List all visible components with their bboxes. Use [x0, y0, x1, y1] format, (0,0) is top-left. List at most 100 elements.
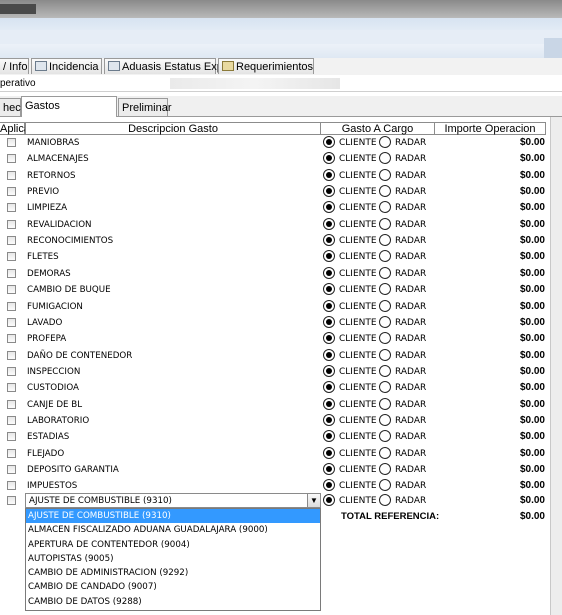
- dropdown-option[interactable]: CAMBIO DE ADMINISTRACION (9292): [26, 566, 320, 580]
- cliente-radio[interactable]: [323, 332, 335, 345]
- importe-value: $0.00: [519, 137, 545, 148]
- cliente-radio[interactable]: [323, 250, 335, 263]
- radar-radio[interactable]: [379, 283, 391, 296]
- cliente-radio[interactable]: [323, 397, 335, 410]
- aplica-checkbox[interactable]: [7, 465, 16, 474]
- radar-radio[interactable]: [379, 479, 391, 492]
- radar-radio[interactable]: [379, 266, 391, 279]
- cliente-radio[interactable]: [323, 446, 335, 459]
- aplica-checkbox[interactable]: [7, 138, 16, 147]
- aplica-checkbox[interactable]: [7, 268, 16, 278]
- header-aplica[interactable]: Aplica: [0, 122, 30, 135]
- aplica-checkbox[interactable]: [7, 366, 16, 376]
- tab-aduasis-estatus[interactable]: Aduasis Estatus Exp: [104, 58, 223, 74]
- radar-radio[interactable]: [379, 413, 391, 426]
- aplica-checkbox[interactable]: [7, 252, 16, 262]
- aplica-checkbox[interactable]: [7, 481, 16, 491]
- radar-radio[interactable]: [379, 463, 391, 475]
- radar-radio[interactable]: [379, 315, 391, 328]
- tab-requerimientos[interactable]: Requerimientos: [218, 58, 314, 74]
- aplica-checkbox[interactable]: [7, 399, 16, 409]
- aplica-checkbox[interactable]: [7, 334, 16, 344]
- dropdown-option[interactable]: ALMACEN FISCALIZADO ADUANA GUADALAJARA (…: [26, 523, 320, 537]
- aplica-checkbox[interactable]: [7, 383, 16, 393]
- dropdown-option[interactable]: AJUSTE DE COMBUSTIBLE (9310): [26, 509, 320, 524]
- dropdown-option[interactable]: AUTOPISTAS (9005): [26, 552, 320, 566]
- cliente-radio[interactable]: [323, 168, 335, 181]
- cliente-radio[interactable]: [323, 217, 335, 230]
- radar-radio[interactable]: [379, 446, 391, 459]
- tab-preliminar[interactable]: Preliminar: [118, 98, 172, 116]
- tab-check[interactable]: heck: [0, 98, 26, 116]
- tab-incidencia[interactable]: Incidencia: [31, 58, 102, 74]
- radar-radio[interactable]: [379, 494, 391, 506]
- aplica-checkbox[interactable]: [7, 415, 16, 425]
- aplica-checkbox[interactable]: [7, 448, 16, 458]
- cliente-radio[interactable]: [323, 364, 335, 377]
- vertical-scrollbar[interactable]: [550, 117, 562, 615]
- header-importe[interactable]: Importe Operacion: [434, 122, 546, 135]
- cliente-radio[interactable]: [323, 152, 335, 165]
- radar-label: RADAR: [395, 496, 427, 506]
- radar-radio[interactable]: [379, 136, 391, 148]
- radar-radio[interactable]: [379, 348, 391, 361]
- cliente-radio[interactable]: [323, 266, 335, 279]
- cliente-radio[interactable]: [323, 381, 335, 394]
- aplica-checkbox[interactable]: [7, 496, 16, 505]
- cliente-radio[interactable]: [323, 430, 335, 443]
- aplica-checkbox[interactable]: [7, 154, 16, 164]
- importe-value: $0.00: [519, 218, 545, 230]
- radar-radio[interactable]: [379, 250, 391, 263]
- cliente-radio[interactable]: [323, 463, 335, 475]
- aplica-checkbox[interactable]: [7, 301, 16, 311]
- aplica-checkbox[interactable]: [7, 170, 16, 180]
- radar-radio[interactable]: [379, 217, 391, 230]
- radar-radio[interactable]: [379, 168, 391, 181]
- aplica-checkbox[interactable]: [7, 432, 16, 442]
- cliente-radio[interactable]: [323, 479, 335, 492]
- cliente-radio[interactable]: [323, 348, 335, 361]
- importe-value: $0.00: [519, 398, 545, 410]
- chevron-down-icon[interactable]: ▼: [307, 494, 320, 507]
- radar-radio[interactable]: [379, 185, 391, 198]
- tab-gastos-relacionados[interactable]: Gastos Relacionados: [21, 96, 117, 130]
- radar-radio[interactable]: [379, 152, 391, 165]
- radar-radio[interactable]: [379, 332, 391, 345]
- aplica-checkbox[interactable]: [7, 203, 16, 213]
- gasto-descripcion: PROFEPA: [27, 334, 67, 345]
- radar-radio[interactable]: [379, 299, 391, 312]
- tab-info[interactable]: / Info: [0, 58, 29, 74]
- radar-radio[interactable]: [379, 364, 391, 377]
- cliente-radio[interactable]: [323, 136, 335, 148]
- radar-radio[interactable]: [379, 234, 391, 247]
- cliente-radio[interactable]: [323, 494, 335, 506]
- aplica-checkbox[interactable]: [7, 219, 16, 229]
- cliente-radio[interactable]: [323, 201, 335, 214]
- aplica-checkbox[interactable]: [7, 236, 16, 246]
- importe-value: $0.00: [519, 186, 545, 198]
- radar-radio[interactable]: [379, 201, 391, 214]
- cliente-radio[interactable]: [323, 185, 335, 198]
- gasto-combobox[interactable]: AJUSTE DE COMBUSTIBLE (9310) ▼: [25, 493, 321, 508]
- radar-radio[interactable]: [379, 430, 391, 443]
- header-descripcion[interactable]: Descripcion Gasto: [25, 122, 321, 135]
- importe-value: $0.00: [519, 349, 545, 361]
- dropdown-option[interactable]: CAMBIO DE DATOS (9288): [26, 595, 320, 609]
- cliente-radio[interactable]: [323, 234, 335, 247]
- cliente-radio[interactable]: [323, 283, 335, 296]
- cliente-radio[interactable]: [323, 413, 335, 426]
- cliente-radio[interactable]: [323, 299, 335, 312]
- table-row: CANJE DE BL CLIENTE RADAR $0.00: [0, 397, 550, 413]
- aplica-checkbox[interactable]: [7, 317, 16, 327]
- dropdown-option[interactable]: CAMBIO DE CANDADO (9007): [26, 580, 320, 594]
- aplica-checkbox[interactable]: [7, 350, 16, 360]
- radar-radio[interactable]: [379, 381, 391, 394]
- grid-icon: [108, 61, 120, 71]
- cliente-label: CLIENTE: [339, 465, 377, 475]
- header-gasto-a-cargo[interactable]: Gasto A Cargo: [320, 122, 435, 135]
- aplica-checkbox[interactable]: [7, 285, 16, 295]
- aplica-checkbox[interactable]: [7, 187, 16, 197]
- radar-radio[interactable]: [379, 397, 391, 410]
- dropdown-option[interactable]: APERTURA DE CONTENTEDOR (9004): [26, 538, 320, 552]
- cliente-radio[interactable]: [323, 315, 335, 328]
